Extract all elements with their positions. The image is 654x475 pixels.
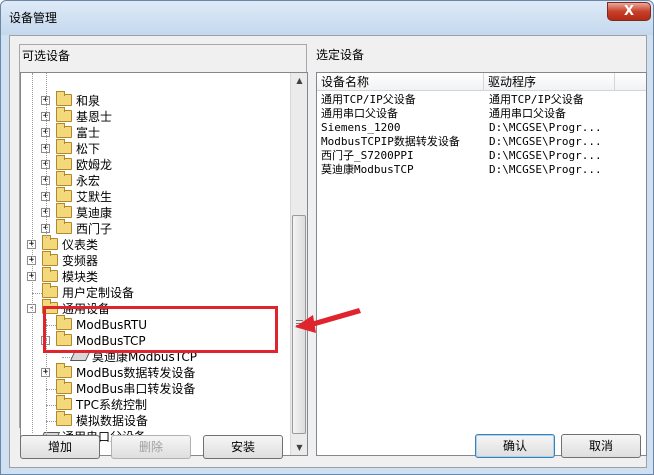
- folder-icon: [56, 411, 72, 426]
- tree-item[interactable]: + 仪表类: [21, 235, 281, 253]
- tree-item[interactable]: 用户定制设备: [21, 283, 281, 301]
- device-manager-window: 设备管理 X 可选设备 选定设备 ▲ ▼ + 和泉 + 基恩士 + 富士 + 松下 + 欧姆龙 + 永…: [0, 0, 654, 475]
- list-item[interactable]: ModbusTCPIP数据转发设备 D:\MCGSE\Progr...: [317, 135, 646, 149]
- device-name-cell: ModbusTCPIP数据转发设备: [321, 135, 460, 148]
- folder-icon: [42, 235, 58, 250]
- tree-item-label: 松下: [76, 142, 101, 156]
- tree-item-label: 莫迪康: [76, 206, 113, 220]
- tree-connector: [46, 389, 56, 390]
- list-item[interactable]: 通用TCP/IP父设备 通用TCP/IP父设备: [317, 93, 646, 107]
- folder-icon: [56, 379, 72, 394]
- selected-devices-list[interactable]: 设备名称 驱动程序 通用TCP/IP父设备 通用TCP/IP父设备 通用串口父设备通…: [316, 72, 647, 456]
- folder-icon: [56, 171, 72, 186]
- scroll-down-arrow-icon[interactable]: ▼: [292, 440, 307, 455]
- tree-item-label: 永宏: [76, 174, 101, 188]
- tree-connector: [32, 293, 42, 294]
- tree-item-label: 艾默生: [76, 190, 113, 204]
- tree-item-label: 和泉: [76, 94, 101, 108]
- tree-item[interactable]: + 变频器: [21, 251, 281, 269]
- tree-connector: [46, 405, 56, 406]
- tree-item-label: 模块类: [62, 270, 99, 284]
- tree-item-label: ModBus串口转发设备: [76, 382, 196, 396]
- tree-connector: [46, 421, 56, 422]
- driver-cell: D:\MCGSE\Progr...: [489, 163, 602, 176]
- device-name-cell: 莫迪康ModbusTCP: [321, 163, 414, 176]
- close-button[interactable]: X: [607, 2, 651, 21]
- device-icon: [69, 352, 91, 361]
- folder-icon: [56, 187, 72, 202]
- scroll-up-arrow-icon[interactable]: ▲: [292, 73, 307, 88]
- folder-icon: [42, 267, 58, 282]
- pointer-arrow-icon: [295, 308, 361, 333]
- tree-item-label: 基恩士: [76, 110, 113, 124]
- folder-icon: [56, 203, 72, 218]
- folder-icon: [56, 123, 72, 138]
- folder-icon: [56, 363, 72, 378]
- tree-item-label: TPC系统控制: [76, 398, 147, 412]
- driver-cell: 通用串口父设备: [489, 107, 566, 120]
- available-devices-title: 可选设备: [22, 49, 71, 63]
- list-item[interactable]: Siemens_1200 D:\MCGSE\Progr...: [317, 121, 646, 135]
- folder-icon: [56, 395, 72, 410]
- device-name-cell: 通用串口父设备: [321, 107, 398, 120]
- column-driver[interactable]: 驱动程序: [484, 73, 615, 91]
- install-button[interactable]: 安装: [203, 435, 283, 459]
- list-item[interactable]: 通用串口父设备 通用串口父设备: [317, 107, 646, 121]
- tree-item-label: 仪表类: [62, 238, 99, 252]
- tree-item-label: 模拟数据设备: [76, 414, 149, 428]
- folder-icon: [56, 139, 72, 154]
- tree-item-label: 富士: [76, 126, 101, 140]
- driver-cell: 通用TCP/IP父设备: [489, 93, 584, 106]
- list-header: 设备名称 驱动程序: [317, 73, 646, 91]
- tree-scrollbar[interactable]: ▲ ▼: [290, 73, 307, 455]
- highlight-box: [43, 306, 278, 353]
- device-name-cell: 通用TCP/IP父设备: [321, 93, 416, 106]
- list-item[interactable]: 西门子_S7200PPI D:\MCGSE\Progr...: [317, 149, 646, 163]
- ok-button[interactable]: 确认: [475, 434, 555, 458]
- window-title: 设备管理: [9, 11, 58, 25]
- tree-connector: [32, 73, 33, 433]
- tree-connector: [46, 73, 47, 238]
- cancel-button[interactable]: 取消: [561, 434, 641, 458]
- device-name-cell: 西门子_S7200PPI: [321, 149, 414, 162]
- driver-cell: D:\MCGSE\Progr...: [489, 135, 602, 148]
- folder-icon: [56, 107, 72, 122]
- title-bar[interactable]: 设备管理 X: [1, 1, 653, 35]
- tree-item[interactable]: + 模块类: [21, 267, 281, 285]
- folder-icon: [56, 219, 72, 234]
- folder-icon: [42, 251, 58, 266]
- delete-button[interactable]: 删除: [111, 435, 191, 459]
- tree-item-label: 欧姆龙: [76, 158, 113, 172]
- tree-item[interactable]: + 西门子: [21, 219, 281, 237]
- selected-devices-title: 选定设备: [316, 48, 365, 62]
- driver-cell: D:\MCGSE\Progr...: [489, 149, 602, 162]
- column-device-name[interactable]: 设备名称: [317, 73, 484, 91]
- folder-icon: [42, 283, 58, 298]
- device-tree[interactable]: ▲ ▼ + 和泉 + 基恩士 + 富士 + 松下 + 欧姆龙 + 永宏 + 艾默生 + 莫迪康 + 西门子 + 仪表类…: [20, 72, 308, 456]
- tree-item-label: 变频器: [62, 254, 99, 268]
- tree-item-label: ModBus数据转发设备: [76, 366, 196, 380]
- tree-item-label: 西门子: [76, 222, 113, 236]
- tree-item-label: 用户定制设备: [62, 286, 135, 300]
- folder-icon: [56, 155, 72, 170]
- driver-cell: D:\MCGSE\Progr...: [489, 121, 602, 134]
- dialog-client: 可选设备 选定设备 ▲ ▼ + 和泉 + 基恩士 + 富士 + 松下 + 欧姆龙 + 永宏 + 艾默生 + 莫…: [9, 35, 647, 468]
- device-name-cell: Siemens_1200: [321, 121, 401, 134]
- folder-icon: [56, 91, 72, 106]
- list-item[interactable]: 莫迪康ModbusTCP D:\MCGSE\Progr...: [317, 163, 646, 177]
- add-button[interactable]: 增加: [20, 435, 100, 459]
- tree-item[interactable]: 模拟数据设备: [21, 411, 281, 429]
